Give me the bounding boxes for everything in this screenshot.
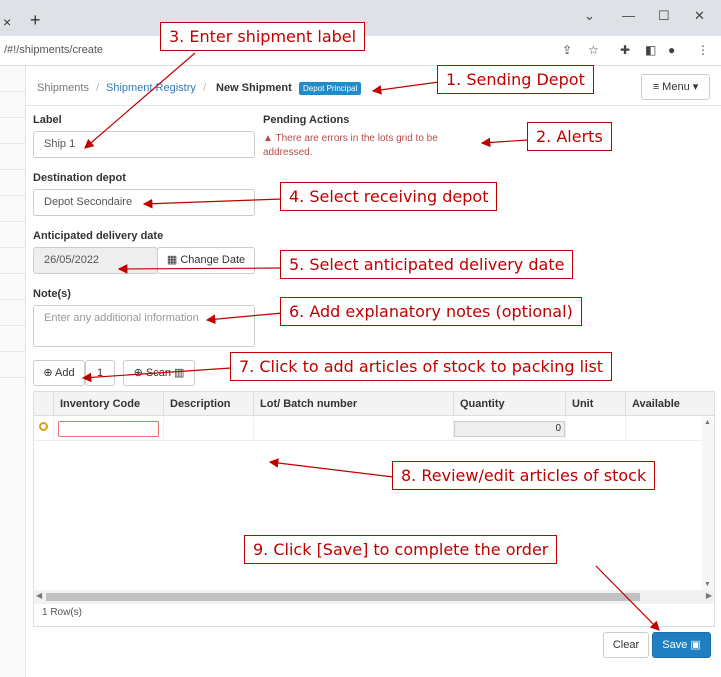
browser-menu-icon[interactable]: ⋮ [697,43,709,57]
column-header[interactable]: Unit [566,392,626,416]
sidebar-strip [0,66,26,677]
save-button[interactable]: Save ▣ [652,632,711,658]
floppy-icon: ▣ [687,639,701,651]
breadcrumb-shipment-registry[interactable]: Shipment Registry [106,82,196,94]
clear-button[interactable]: Clear [603,632,649,658]
callout-enter-shipment-label: 3. Enter shipment label [160,22,366,51]
pending-alert-text: There are errors in the lots grid to be … [263,133,438,158]
label-input[interactable]: Ship 1 [33,131,255,158]
column-header[interactable]: Available [626,392,714,416]
table-row: 0 [34,417,714,441]
available-cell [626,417,714,441]
share-icon[interactable]: ⇪ [562,43,572,57]
barcode-icon: ▥ [170,367,185,379]
callout-add-articles: 7. Click to add articles of stock to pac… [230,352,613,381]
add-button[interactable]: ⊕ Add [33,360,85,386]
column-header[interactable]: Description [164,392,254,416]
save-button-label: Save [662,639,688,651]
label-field-label: Label [33,114,62,126]
breadcrumb-separator: / [203,82,207,94]
scroll-left-icon[interactable]: ◀ [36,591,42,600]
horizontal-scrollbar[interactable]: ◀ ▶ [34,590,714,604]
grid-header: Inventory Code Description Lot/ Batch nu… [34,392,714,416]
callout-sending-depot: 1. Sending Depot [437,65,594,94]
unit-cell [566,417,626,441]
calendar-icon: ▦ [166,254,181,266]
bookmark-star-icon[interactable]: ☆ [588,43,599,57]
breadcrumb-separator: / [96,82,100,94]
destination-depot-select[interactable]: Depot Secondaire [33,189,255,216]
vertical-scrollbar[interactable]: ▲ ▼ [702,417,714,590]
inventory-code-cell[interactable] [54,417,164,441]
callout-alerts: 2. Alerts [527,122,612,151]
scroll-up-icon[interactable]: ▲ [704,419,711,426]
row-status-icon [39,422,48,431]
plus-circle-icon: ⊕ [133,367,146,379]
add-count-input[interactable]: 1 [85,360,115,386]
delivery-date-label: Anticipated delivery date [33,230,164,242]
destination-depot-label: Destination depot [33,172,126,184]
minimize-icon[interactable]: — [622,8,635,23]
notes-label: Note(s) [33,288,71,300]
callout-add-notes: 6. Add explanatory notes (optional) [280,297,582,326]
breadcrumb-shipments[interactable]: Shipments [37,82,89,94]
profile-avatar-icon[interactable]: ● [668,43,675,57]
maximize-icon[interactable]: ☐ [658,8,670,24]
page-title: New Shipment [216,82,292,94]
inventory-code-input[interactable] [58,421,159,437]
extensions-icon[interactable]: ✚ [620,43,630,57]
callout-select-receiving-depot: 4. Select receiving depot [280,182,498,211]
quantity-cell[interactable]: 0 [454,417,566,441]
scan-button[interactable]: ⊕ Scan ▥ [123,360,195,386]
pending-actions-label: Pending Actions [263,114,350,126]
callout-review-articles: 8. Review/edit articles of stock [392,461,656,490]
horizontal-scrollbar-thumb[interactable] [46,593,640,601]
grid-row-count: 1 Row(s) [42,607,83,618]
description-cell [164,417,254,441]
side-panel-icon[interactable]: ◧ [645,43,656,57]
row-status-cell[interactable] [34,417,54,441]
new-tab-icon[interactable]: + [30,10,41,31]
column-header[interactable]: Inventory Code [54,392,164,416]
url-text[interactable]: /#!/shipments/create [4,44,103,56]
pending-alert: ▲ There are errors in the lots grid to b… [263,132,483,160]
add-button-label: Add [55,367,75,379]
change-date-button[interactable]: ▦ Change Date [157,247,255,274]
scan-button-label: Scan [145,367,171,379]
plus-circle-icon: ⊕ [43,367,56,379]
delivery-date-input: 26/05/2022 [33,247,158,274]
scroll-down-icon[interactable]: ▼ [704,581,711,588]
depot-badge: Depot Principal [299,82,362,95]
quantity-input[interactable]: 0 [454,421,565,437]
grid-header-select [34,392,54,416]
close-window-icon[interactable]: ✕ [694,8,705,24]
tab-close-icon[interactable]: × [3,14,11,30]
callout-select-delivery-date: 5. Select anticipated delivery date [280,250,574,279]
column-header[interactable]: Quantity [454,392,566,416]
lot-cell[interactable] [254,417,454,441]
change-date-label: Change Date [180,254,246,266]
menu-button[interactable]: ≡ Menu ▾ [641,74,710,100]
tab-search-icon[interactable]: ⌄ [584,8,595,24]
column-header[interactable]: Lot/ Batch number [254,392,454,416]
notes-textarea[interactable]: Enter any additional information [33,305,255,347]
warning-icon: ▲ [263,133,276,144]
lots-grid: Inventory Code Description Lot/ Batch nu… [33,391,715,627]
callout-click-save: 9. Click [Save] to complete the order [244,535,558,564]
scroll-right-icon[interactable]: ▶ [706,591,712,600]
